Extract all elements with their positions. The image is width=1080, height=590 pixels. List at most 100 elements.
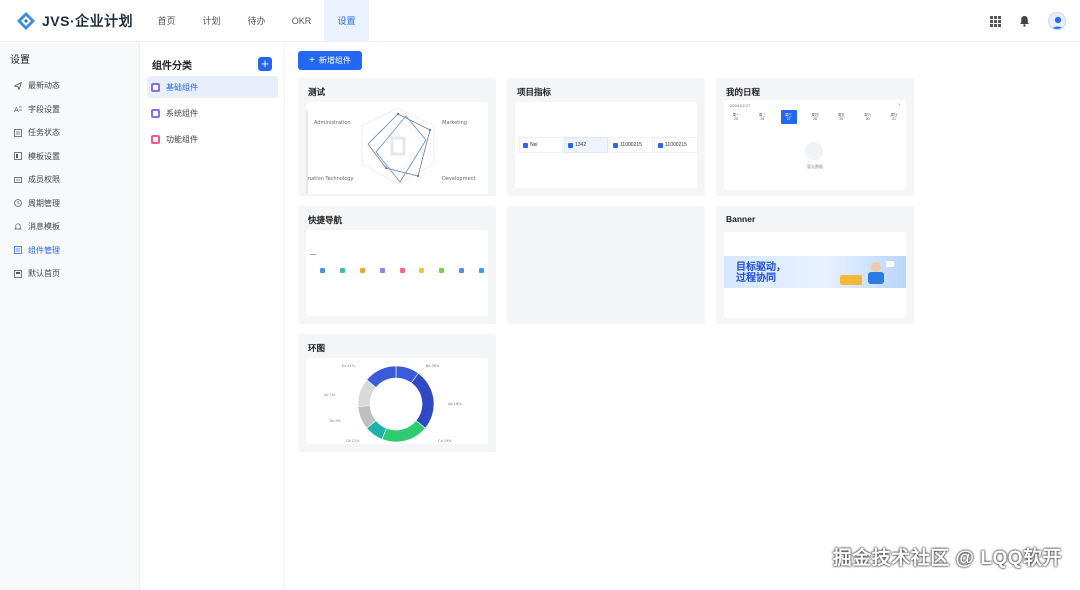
quick-nav-item-icon[interactable]: [419, 268, 425, 273]
quick-nav-item-icon[interactable]: [399, 268, 405, 273]
add-category-button[interactable]: +: [258, 57, 272, 71]
sidebar-title: 设置: [10, 55, 30, 66]
component-card-my-schedule[interactable]: 我的日程 2024-02-27 › 周一 25 周二 26 周三 27 周四 28 周五 29 周六…: [716, 78, 914, 196]
component-card-banner[interactable]: Banner 目标驱动， 过程协同: [716, 206, 914, 324]
metrics-row: Nei 1342 11000215 11000215: [519, 137, 698, 155]
settings-sidebar: 设置 最新动态 A 字段设置 任务状态 模板设置 成员权限 周期管理 消息模板 …: [0, 42, 140, 590]
sidebar-item-member-permissions[interactable]: 成员权限: [0, 168, 139, 192]
sidebar-item-template-settings[interactable]: 模板设置: [0, 145, 139, 169]
category-item-function[interactable]: 功能组件: [147, 128, 278, 150]
bell-icon[interactable]: [1019, 15, 1030, 27]
bell-icon: [14, 223, 22, 230]
metric-item: 11000215: [609, 137, 653, 153]
send-icon: [14, 81, 22, 90]
component-card-project-metrics[interactable]: 项目指标 Nei 1342 11000215 11000215: [507, 78, 705, 196]
donut-label: Sd 9%: [330, 419, 342, 423]
apps-grid-icon[interactable]: [990, 15, 1001, 27]
schedule-day[interactable]: 周五 29: [833, 110, 849, 124]
category-item-label: 功能组件: [166, 134, 198, 144]
component-card-quick-nav[interactable]: 快捷导航 —: [298, 206, 496, 324]
sidebar-item-latest-news[interactable]: 最新动态: [0, 74, 139, 98]
category-item-label: 系统组件: [166, 108, 198, 118]
metric-value: 11000215: [620, 142, 642, 148]
quick-nav-item-icon[interactable]: [320, 268, 325, 273]
member-icon: [14, 176, 22, 183]
top-right-tools: [990, 0, 1066, 42]
plus-icon: +: [309, 55, 315, 66]
category-item-label: 基础组件: [166, 82, 198, 92]
sidebar-item-default-home[interactable]: 默认首页: [0, 262, 139, 286]
tab-label: 计划: [202, 16, 221, 26]
card-preview: Nei 1342 11000215 11000215: [515, 102, 698, 188]
radar-label: Marketing: [442, 120, 467, 126]
tab-todo[interactable]: 待办: [234, 0, 279, 42]
component-card-test[interactable]: 测试 Administration Marketing Development …: [298, 78, 496, 196]
donut-label: Ca 19%: [438, 439, 452, 443]
sidebar-item-label: 消息模板: [28, 222, 60, 232]
chevron-right-icon[interactable]: ›: [898, 102, 900, 108]
list-icon: [14, 128, 22, 137]
sidebar-item-task-status[interactable]: 任务状态: [0, 121, 139, 145]
quick-nav-item-icon[interactable]: [479, 268, 484, 273]
quick-nav-item-icon[interactable]: [379, 268, 385, 273]
schedule-day-number: 29: [839, 117, 844, 121]
category-item-system[interactable]: 系统组件: [147, 102, 278, 124]
sidebar-item-label: 模板设置: [28, 151, 60, 161]
schedule-day[interactable]: 周二 26: [754, 110, 770, 124]
card-title: Banner: [726, 214, 756, 224]
schedule-day[interactable]: 周四 28: [807, 110, 823, 124]
quick-nav-item-icon[interactable]: [439, 268, 445, 273]
quick-nav-dash: —: [310, 252, 316, 258]
donut-label: Ab 18%: [448, 402, 462, 406]
metric-icon: [658, 142, 663, 148]
metric-icon: [613, 142, 618, 148]
tab-okr[interactable]: OKR: [279, 0, 324, 42]
schedule-day[interactable]: 周六 30: [860, 110, 876, 124]
schedule-day-number: 28: [813, 117, 817, 121]
top-bar: JVS·企业计划 首页 计划 待办 OKR 设置: [0, 0, 1080, 42]
metric-value: 1342: [575, 142, 587, 148]
sidebar-item-component-management[interactable]: 组件管理: [0, 239, 139, 263]
metric-item: 11000215: [654, 137, 698, 153]
brand[interactable]: JVS·企业计划: [0, 11, 140, 31]
schedule-days-row: 周一 25 周二 26 周三 27 周四 28 周五 29 周六 30 周日 31: [728, 110, 902, 124]
sidebar-item-field-settings[interactable]: A 字段设置: [0, 98, 139, 122]
sidebar-item-cycle-management[interactable]: 周期管理: [0, 192, 139, 216]
sidebar-item-message-template[interactable]: 消息模板: [0, 215, 139, 239]
tab-label: 待办: [247, 16, 266, 26]
schedule-day[interactable]: 周三 27: [780, 110, 797, 124]
category-icon: [151, 108, 160, 118]
category-title: 组件分类: [152, 60, 192, 72]
metric-value: 11000215: [665, 142, 687, 148]
tab-home[interactable]: 首页: [144, 0, 189, 42]
quick-nav-item-icon[interactable]: [339, 268, 345, 273]
donut-label: Cb 12%: [346, 439, 360, 443]
user-avatar-icon[interactable]: [1048, 12, 1066, 30]
schedule-day[interactable]: 周一 25: [728, 110, 744, 124]
quick-nav-icons: [320, 268, 484, 274]
sidebar-item-label: 成员权限: [28, 175, 60, 185]
schedule-day-number: 27: [786, 117, 791, 121]
category-icon: [151, 82, 160, 92]
tab-plan[interactable]: 计划: [189, 0, 234, 42]
banner-illustration-icon: [840, 261, 894, 285]
brand-logo-icon: [17, 11, 35, 30]
new-component-button[interactable]: + 新增组件: [298, 51, 362, 70]
svg-text:A: A: [14, 106, 19, 113]
component-card-donut[interactable]: 环图 Ba 36% Ab 18% Ca 19% Cb 12% Sd 9% Sp 7% Ex …: [298, 334, 496, 452]
quick-nav-item-icon[interactable]: [459, 268, 465, 273]
quick-nav-item-icon[interactable]: [359, 268, 365, 273]
component-grid-area: + 新增组件 测试 Administration Marketing Devel…: [286, 42, 1080, 590]
sidebar-item-label: 周期管理: [28, 198, 60, 208]
donut-label: Ba 36%: [426, 364, 440, 368]
component-category-panel: 组件分类 + 基础组件 系统组件 功能组件: [141, 42, 285, 590]
tab-settings[interactable]: 设置: [324, 0, 369, 42]
component-card-empty[interactable]: [507, 206, 705, 324]
empty-state-text: 暂无数据: [807, 164, 823, 169]
field-icon: A: [14, 106, 22, 113]
category-item-basic[interactable]: 基础组件: [147, 76, 278, 98]
category-header: 组件分类 +: [141, 42, 284, 76]
component-icon: [14, 246, 22, 255]
donut-label: Ex 11%: [342, 364, 356, 368]
schedule-day[interactable]: 周日 31: [886, 110, 902, 124]
